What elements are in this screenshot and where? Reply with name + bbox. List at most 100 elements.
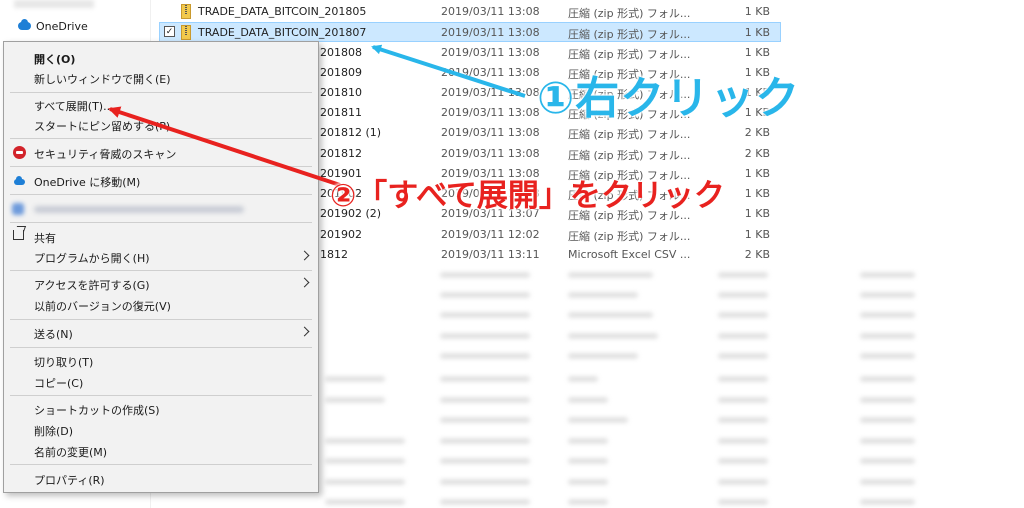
menu-item-properties[interactable]: プロパティ(R) [4, 469, 318, 489]
menu-item-pin-start[interactable]: スタートにピン留めする(P) [4, 115, 318, 135]
file-name: TRADE_DATA_BITCOIN_201805 [198, 5, 367, 18]
menu-separator [10, 194, 312, 195]
menu-item-label: ショートカットの作成(S) [34, 404, 160, 417]
file-date: 2019/03/11 12:02 [441, 228, 540, 241]
menu-item-open[interactable]: 開く(O) [4, 48, 318, 68]
menu-item-open-with[interactable]: プログラムから開く(H) [4, 247, 318, 267]
file-date: 2019/03/11 13:08 [441, 26, 540, 39]
file-type: 圧縮 (zip 形式) フォル... [568, 128, 691, 141]
file-type: 圧縮 (zip 形式) フォル... [568, 28, 691, 41]
file-size: 2 KB [744, 147, 770, 160]
menu-item-share[interactable]: 共有 [4, 227, 318, 247]
menu-item-restore-versions[interactable]: 以前のバージョンの復元(V) [4, 295, 318, 315]
menu-item-create-shortcut[interactable]: ショートカットの作成(S) [4, 399, 318, 419]
menu-separator [10, 92, 312, 93]
menu-item-label: アクセスを許可する(G) [34, 279, 150, 292]
file-name: 201811 [320, 106, 362, 119]
menu-item-open-new-window[interactable]: 新しいウィンドウで開く(E) [4, 68, 318, 88]
blurred-app-icon [12, 203, 24, 215]
menu-item-security-scan[interactable]: セキュリティ脅威のスキャン [4, 143, 318, 163]
file-size: 2 KB [744, 248, 770, 261]
menu-item-onedrive-move[interactable]: OneDrive に移動(M) [4, 171, 318, 191]
file-name: 201902 [320, 228, 362, 241]
file-date: 2019/03/11 13:08 [441, 126, 540, 139]
file-size: 1 KB [744, 207, 770, 220]
menu-separator [10, 270, 312, 271]
menu-item-label: プロパティ(R) [34, 474, 105, 487]
menu-item-label: 名前の変更(M) [34, 446, 108, 459]
menu-item-cut[interactable]: 切り取り(T) [4, 351, 318, 371]
context-menu: 開く(O) 新しいウィンドウで開く(E) すべて展開(T)... スタートにピン… [3, 41, 319, 493]
file-row-selected[interactable]: ✓ TRADE_DATA_BITCOIN_201807 2019/03/11 1… [159, 22, 781, 42]
trend-micro-icon [13, 146, 26, 159]
file-name: 201809 [320, 66, 362, 79]
menu-item-label: 切り取り(T) [34, 356, 94, 369]
file-date: 2019/03/11 13:11 [441, 248, 540, 261]
file-name: 201808 [320, 46, 362, 59]
menu-item-label: OneDrive に移動(M) [34, 176, 141, 189]
menu-item-extract-all[interactable]: すべて展開(T)... [4, 95, 318, 115]
menu-separator [10, 347, 312, 348]
file-type: Microsoft Excel CSV ... [568, 248, 691, 261]
file-date: 2019/03/11 13:08 [441, 86, 540, 99]
file-name: 201812 [320, 147, 362, 160]
file-size: 1 KB [744, 46, 770, 59]
nav-item-label: OneDrive [36, 19, 88, 33]
file-type: 圧縮 (zip 形式) フォル... [568, 230, 691, 243]
menu-item-label: 削除(D) [34, 425, 74, 438]
annotation-step1: ①右クリック [537, 73, 801, 124]
file-size: 1 KB [744, 187, 770, 200]
file-date: 2019/03/11 13:08 [441, 5, 540, 18]
checkbox-checked-icon[interactable]: ✓ [164, 26, 175, 37]
onedrive-cloud-icon [18, 19, 31, 30]
menu-item-label: 共有 [34, 232, 56, 245]
file-type: 圧縮 (zip 形式) フォル... [568, 149, 691, 162]
menu-item-rename[interactable]: 名前の変更(M) [4, 441, 318, 461]
menu-item-label: セキュリティ脅威のスキャン [34, 148, 177, 161]
explorer-window: OneDrive TRADE_DATA_BITCOIN_201805 2019/… [0, 0, 1024, 508]
chevron-right-icon [299, 326, 310, 337]
share-icon [13, 230, 24, 240]
menu-separator [10, 166, 312, 167]
menu-separator [10, 138, 312, 139]
file-date: 2019/03/11 13:08 [441, 46, 540, 59]
menu-item-label: 以前のバージョンの復元(V) [34, 300, 171, 313]
menu-item-label: コピー(C) [34, 377, 84, 390]
file-size: 1 KB [744, 26, 770, 39]
file-size: 2 KB [744, 126, 770, 139]
menu-separator [10, 464, 312, 465]
menu-item-label: 開く(O) [34, 53, 76, 66]
file-size: 1 KB [744, 228, 770, 241]
menu-item-copy[interactable]: コピー(C) [4, 372, 318, 392]
file-name: TRADE_DATA_BITCOIN_201807 [198, 26, 367, 39]
menu-item-label: 新しいウィンドウで開く(E) [34, 73, 171, 86]
menu-item-delete[interactable]: 削除(D) [4, 420, 318, 440]
menu-item-label: すべて展開(T)... [34, 100, 114, 113]
nav-item-blurred [14, 0, 94, 8]
file-type: 圧縮 (zip 形式) フォル... [568, 7, 691, 20]
menu-item-give-access[interactable]: アクセスを許可する(G) [4, 274, 318, 294]
menu-item-label: スタートにピン留めする(P) [34, 120, 171, 133]
file-type: 圧縮 (zip 形式) フォル... [568, 48, 691, 61]
file-size: 1 KB [744, 167, 770, 180]
menu-item-send-to[interactable]: 送る(N) [4, 323, 318, 343]
menu-item-label: 送る(N) [34, 328, 73, 341]
chevron-right-icon [299, 277, 310, 288]
file-name: 1812 [320, 248, 348, 261]
file-date: 2019/03/11 13:08 [441, 106, 540, 119]
file-size: 1 KB [744, 5, 770, 18]
menu-item-blurred[interactable] [4, 199, 318, 219]
file-date: 2019/03/11 13:08 [441, 147, 540, 160]
file-name: 201812 (1) [320, 126, 382, 139]
chevron-right-icon [299, 250, 310, 261]
menu-separator [10, 222, 312, 223]
onedrive-cloud-icon [14, 176, 25, 185]
zip-folder-icon [181, 4, 191, 19]
nav-item-onedrive[interactable]: OneDrive [18, 17, 88, 35]
menu-separator [10, 395, 312, 396]
file-name: 201810 [320, 86, 362, 99]
file-row[interactable]: TRADE_DATA_BITCOIN_201805 2019/03/11 13:… [160, 2, 780, 22]
menu-separator [10, 319, 312, 320]
blurred-menu-label [34, 206, 244, 213]
zip-folder-icon [181, 25, 191, 40]
